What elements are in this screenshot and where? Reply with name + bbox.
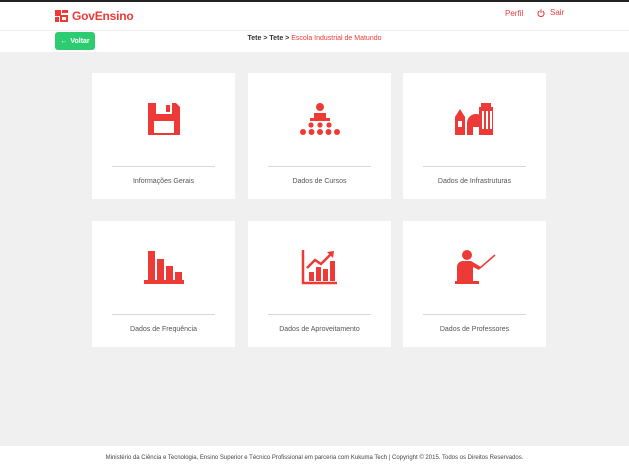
card-informacoes-gerais[interactable]: Informações Gerais bbox=[92, 73, 235, 199]
card-divider bbox=[423, 314, 526, 315]
logout-link[interactable]: Sair bbox=[537, 8, 564, 17]
teacher-icon bbox=[454, 250, 495, 284]
logo[interactable]: GovEnsino bbox=[55, 9, 134, 23]
card-dados-de-infrastruturas[interactable]: Dados de Infrastruturas bbox=[403, 73, 546, 199]
logo-text: GovEnsino bbox=[72, 9, 134, 23]
govensino-logo-icon bbox=[55, 10, 68, 22]
card-label: Dados de Professores bbox=[439, 326, 510, 333]
card-dados-de-frequencia[interactable]: Dados de Frequência bbox=[92, 221, 235, 347]
logout-label: Sair bbox=[550, 8, 565, 17]
bar-chart-descending-icon bbox=[143, 251, 184, 284]
card-divider bbox=[268, 314, 371, 315]
breadcrumb-current: Escola Industrial de Matundo bbox=[291, 35, 382, 42]
breadcrumb-item[interactable]: Tete bbox=[248, 35, 262, 42]
card-label: Dados de Cursos bbox=[292, 178, 347, 185]
card-label: Dados de Aproveitamento bbox=[279, 326, 360, 333]
card-dados-de-aproveitamento[interactable]: Dados de Aproveitamento bbox=[248, 221, 391, 347]
card-label: Informações Gerais bbox=[132, 178, 195, 185]
breadcrumb-item[interactable]: Tete bbox=[269, 35, 283, 42]
card-divider bbox=[423, 166, 526, 167]
dashboard-grid: Informações Gerais Dados de Cursos Dados… bbox=[0, 52, 629, 446]
card-divider bbox=[112, 166, 215, 167]
profile-link[interactable]: Perfil bbox=[505, 9, 523, 18]
classroom-icon bbox=[299, 103, 340, 135]
floppy-disk-icon bbox=[147, 103, 180, 135]
card-label: Dados de Infrastruturas bbox=[437, 178, 512, 185]
card-label: Dados de Frequência bbox=[130, 326, 197, 333]
power-icon bbox=[537, 8, 545, 17]
card-divider bbox=[112, 314, 215, 315]
buildings-icon bbox=[454, 103, 493, 135]
footer: Ministério da Ciência e Tecnologia, Ensi… bbox=[0, 446, 629, 471]
card-divider bbox=[268, 166, 371, 167]
card-dados-de-cursos[interactable]: Dados de Cursos bbox=[248, 73, 391, 199]
breadcrumb: Tete > Tete > Escola Industrial de Matun… bbox=[0, 35, 629, 42]
growth-chart-icon bbox=[301, 250, 337, 285]
card-dados-de-professores[interactable]: Dados de Professores bbox=[403, 221, 546, 347]
